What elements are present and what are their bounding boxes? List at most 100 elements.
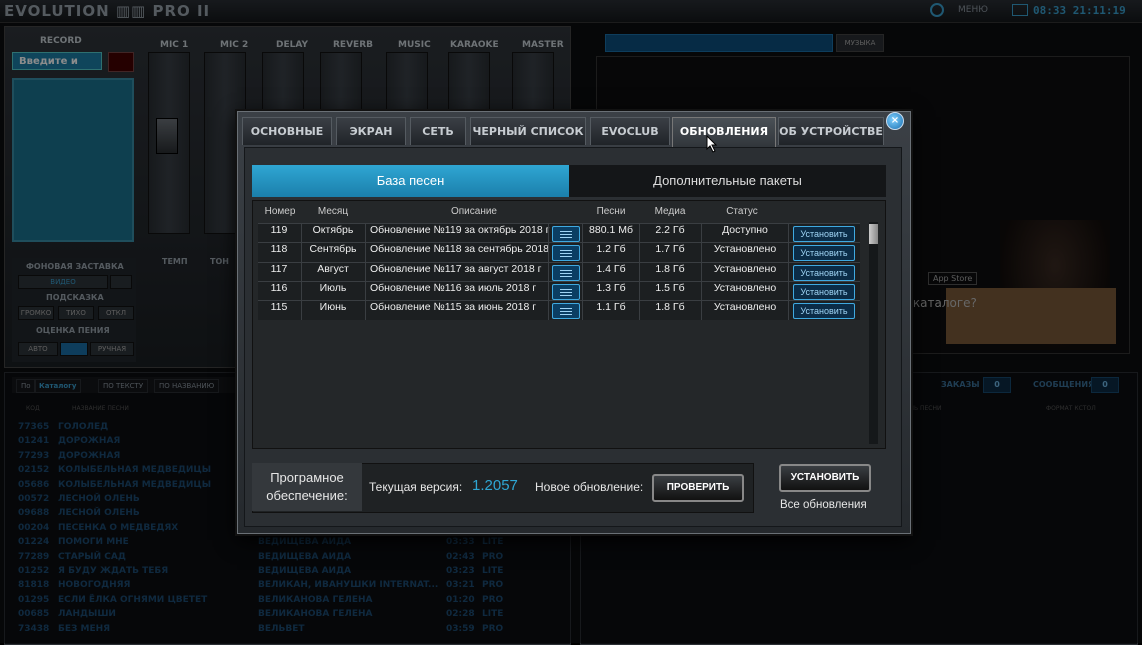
update-row[interactable]: 115 Июнь Обновление №115 за июнь 2018 г 1.1… xyxy=(258,300,860,321)
column-divider xyxy=(582,281,583,301)
update-desc: Обновление №117 за август 2018 г xyxy=(370,262,542,275)
tab-evoclub[interactable]: EVOCLUB xyxy=(590,117,670,145)
update-row[interactable]: 118 Сентябрь Обновление №118 за сентябрь 2… xyxy=(258,242,860,263)
update-status: Установлено xyxy=(713,281,777,294)
update-songs: 1.1 Гб xyxy=(596,301,626,314)
column-divider xyxy=(639,262,640,282)
column-divider xyxy=(788,224,789,243)
column-divider xyxy=(582,301,583,321)
column-divider xyxy=(701,281,702,301)
install-button[interactable]: УСТАНОВИТЬ xyxy=(779,464,871,492)
all-updates-label: Все обновления xyxy=(780,499,867,511)
tab-about-device[interactable]: ОБ УСТРОЙСТВЕ xyxy=(778,117,884,145)
current-version-value: 1.2057 xyxy=(472,477,518,494)
column-divider xyxy=(365,224,366,243)
table-scrollbar[interactable] xyxy=(869,222,878,444)
column-divider xyxy=(639,281,640,301)
details-list-icon[interactable] xyxy=(552,303,580,320)
update-media: 2.2 Гб xyxy=(655,224,685,236)
column-divider xyxy=(301,262,302,282)
tab-screen[interactable]: ЭКРАН xyxy=(336,117,406,145)
col-status: Статус xyxy=(726,206,758,217)
col-media: Медиа xyxy=(654,206,686,217)
update-media: 1.8 Гб xyxy=(655,262,685,275)
update-month: Август xyxy=(317,262,349,275)
column-divider xyxy=(548,224,549,243)
install-update-button[interactable]: Установить xyxy=(793,264,855,281)
tab-network[interactable]: СЕТЬ xyxy=(410,117,466,145)
column-divider xyxy=(639,224,640,243)
column-divider xyxy=(701,224,702,243)
update-num: 116 xyxy=(270,281,288,294)
col-number: Номер xyxy=(264,206,296,217)
update-songs: 1.4 Гб xyxy=(596,262,626,275)
column-divider xyxy=(639,243,640,263)
scrollbar-thumb[interactable] xyxy=(869,224,878,244)
install-update-button[interactable]: Установить xyxy=(793,283,855,300)
update-desc: Обновление №115 за июнь 2018 г xyxy=(370,301,537,314)
new-update-label: Новое обновление: xyxy=(535,480,644,494)
column-divider xyxy=(548,262,549,282)
column-divider xyxy=(365,301,366,321)
update-media: 1.5 Гб xyxy=(655,281,685,294)
column-divider xyxy=(301,243,302,263)
current-version-label: Текущая версия: xyxy=(369,480,463,494)
column-divider xyxy=(701,243,702,263)
col-songs: Песни xyxy=(596,206,626,217)
column-divider xyxy=(582,243,583,263)
update-status: Установлено xyxy=(713,262,777,275)
column-divider xyxy=(548,301,549,321)
update-num: 117 xyxy=(270,262,288,275)
column-divider xyxy=(548,243,549,263)
column-divider xyxy=(701,301,702,321)
update-month: Июль xyxy=(319,281,347,294)
column-divider xyxy=(548,281,549,301)
column-divider xyxy=(788,262,789,282)
install-update-button[interactable]: Установить xyxy=(793,226,855,242)
software-label: Програмное обеспечение: xyxy=(252,463,362,511)
update-songs: 1.3 Гб xyxy=(596,281,626,294)
tab-updates[interactable]: ОБНОВЛЕНИЯ xyxy=(672,117,776,147)
check-button[interactable]: ПРОВЕРИТЬ xyxy=(652,474,744,502)
update-num: 115 xyxy=(270,301,288,314)
details-list-icon[interactable] xyxy=(552,283,580,300)
column-divider xyxy=(788,281,789,301)
update-desc: Обновление №118 за сентябрь 2018 г xyxy=(370,243,550,256)
column-divider xyxy=(301,224,302,243)
column-divider xyxy=(301,301,302,321)
column-divider xyxy=(788,243,789,263)
tab-main[interactable]: ОСНОВНЫЕ xyxy=(242,117,332,145)
update-row[interactable]: 116 Июль Обновление №116 за июль 2018 г 1.3… xyxy=(258,280,860,301)
update-month: Октябрь xyxy=(312,224,354,236)
col-month: Месяц xyxy=(317,206,349,217)
mouse-cursor-icon xyxy=(706,135,718,153)
update-status: Доступно xyxy=(722,224,768,236)
column-divider xyxy=(365,262,366,282)
install-update-button[interactable]: Установить xyxy=(793,245,855,262)
details-list-icon[interactable] xyxy=(552,264,580,281)
column-divider xyxy=(788,301,789,321)
column-divider xyxy=(365,281,366,301)
column-divider xyxy=(639,301,640,321)
update-desc: Обновление №119 за октябрь 2018 г xyxy=(370,224,550,236)
update-month: Сентябрь xyxy=(309,243,357,256)
update-row[interactable]: 117 Август Обновление №117 за август 2018 … xyxy=(258,261,860,282)
update-status: Установлено xyxy=(713,301,777,314)
update-songs: 1.2 Гб xyxy=(596,243,626,256)
details-list-icon[interactable] xyxy=(552,245,580,262)
update-row[interactable]: 119 Октябрь Обновление №119 за октябрь 201… xyxy=(258,223,860,243)
install-update-button[interactable]: Установить xyxy=(793,303,855,320)
subtab-song-database[interactable]: База песен xyxy=(252,165,569,197)
tab-blacklist[interactable]: ЧЕРНЫЙ СПИСОК xyxy=(470,117,586,145)
updates-subtabs: База песен Дополнительные пакеты xyxy=(252,165,886,197)
details-list-icon[interactable] xyxy=(552,226,580,242)
column-divider xyxy=(582,224,583,243)
close-icon[interactable]: × xyxy=(886,112,904,130)
update-month: Июнь xyxy=(319,301,347,314)
subtab-extra-packages[interactable]: Дополнительные пакеты xyxy=(569,165,886,197)
update-num: 118 xyxy=(270,243,288,256)
col-description: Описание xyxy=(450,206,497,217)
update-songs: 880.1 Мб xyxy=(589,224,633,236)
update-media: 1.7 Гб xyxy=(655,243,685,256)
column-divider xyxy=(582,262,583,282)
